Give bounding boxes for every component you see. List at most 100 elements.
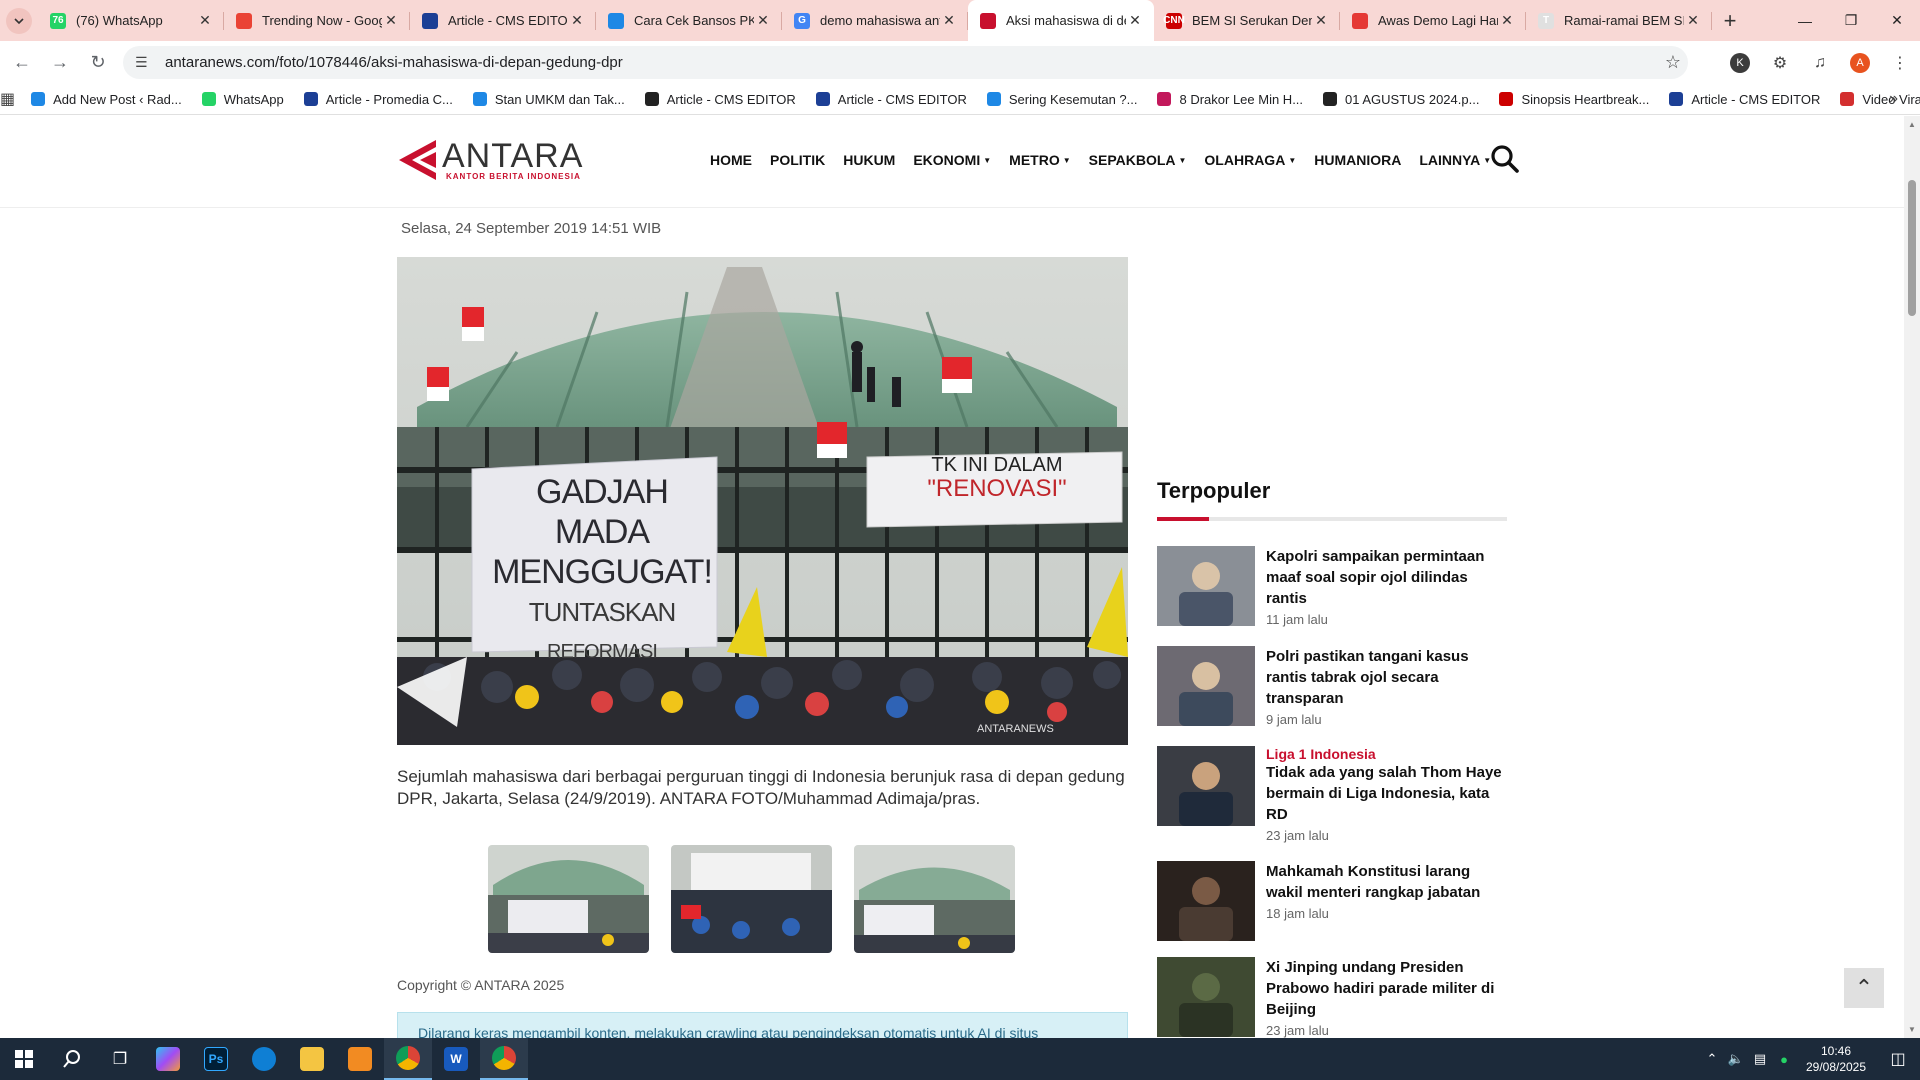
thumbnail-2[interactable] <box>671 845 832 953</box>
close-tab-icon[interactable]: ✕ <box>754 12 772 29</box>
bookmark-item[interactable]: WhatsApp <box>192 84 294 115</box>
nav-item-humaniora[interactable]: HUMANIORA <box>1314 152 1401 168</box>
nav-item-home[interactable]: HOME <box>710 152 752 168</box>
nav-item-olahraga[interactable]: OLAHRAGA ▼ <box>1204 152 1296 168</box>
browser-tab[interactable]: Aksi mahasiswa di depan✕ <box>968 0 1154 41</box>
bookmark-item[interactable]: Article - CMS EDITOR <box>1659 84 1830 115</box>
reload-button[interactable]: ↻ <box>82 47 114 79</box>
popular-item-thumbnail[interactable] <box>1157 546 1255 626</box>
page-scrollbar[interactable]: ▲ ▼ <box>1904 116 1920 1038</box>
bookmark-item[interactable]: Stan UMKM dan Tak... <box>463 84 635 115</box>
profile-k-button[interactable]: K <box>1720 52 1760 73</box>
extensions-button[interactable]: ⚙ <box>1760 53 1800 73</box>
popular-item-thumbnail[interactable] <box>1157 746 1255 826</box>
nav-item-lainnya[interactable]: LAINNYA ▼ <box>1419 152 1491 168</box>
thumbnail-1[interactable] <box>488 845 649 953</box>
close-tab-icon[interactable]: ✕ <box>568 12 586 29</box>
close-tab-icon[interactable]: ✕ <box>940 12 958 29</box>
popular-item-headline[interactable]: Tidak ada yang salah Thom Haye bermain d… <box>1266 762 1507 825</box>
popular-item-thumbnail[interactable] <box>1157 957 1255 1037</box>
minimize-button[interactable]: — <box>1782 0 1828 41</box>
apps-grid-icon[interactable]: ▦ <box>0 89 15 109</box>
close-tab-icon[interactable]: ✕ <box>1126 12 1144 29</box>
browser-tab[interactable]: 76 (76) WhatsApp ✕ <box>38 0 224 41</box>
new-tab-button[interactable]: + <box>1712 0 1748 41</box>
network-icon[interactable]: ▤ <box>1748 1051 1772 1067</box>
popular-item-headline[interactable]: Xi Jinping undang Presiden Prabowo hadir… <box>1266 957 1507 1020</box>
popular-item-headline[interactable]: Kapolri sampaikan permintaan maaf soal s… <box>1266 546 1507 609</box>
taskbar-search-button[interactable] <box>48 1038 96 1080</box>
back-button[interactable]: ← <box>6 47 38 79</box>
close-tab-icon[interactable]: ✕ <box>382 12 400 29</box>
bookmark-item[interactable]: Article - CMS EDITOR <box>806 84 977 115</box>
taskbar-chrome-2[interactable] <box>480 1038 528 1080</box>
task-view-button[interactable]: ❐ <box>96 1038 144 1080</box>
scroll-down-arrow[interactable]: ▼ <box>1908 1025 1916 1034</box>
popular-item-thumbnail[interactable] <box>1157 861 1255 941</box>
profile-a-button[interactable]: A <box>1840 52 1880 73</box>
tray-chevron-up-icon[interactable]: ⌃ <box>1700 1051 1724 1067</box>
browser-tab[interactable]: T Ramai-ramai BEM SI ✕ <box>1526 0 1712 41</box>
notification-icon[interactable]: ◫ <box>1876 1049 1920 1069</box>
site-search-button[interactable] <box>1490 144 1522 176</box>
bookmark-item[interactable]: Video Viral Erin Bug... <box>1830 84 1920 115</box>
bookmark-item[interactable]: Add New Post ‹ Rad... <box>21 84 192 115</box>
browser-tab[interactable]: Trending Now - Google Trends✕ <box>224 0 410 41</box>
popular-item-category[interactable]: Liga 1 Indonesia <box>1266 746 1507 762</box>
taskbar-clock[interactable]: 10:46 29/08/2025 <box>1796 1043 1876 1075</box>
close-window-button[interactable]: ✕ <box>1874 0 1920 41</box>
start-button[interactable] <box>0 1038 48 1080</box>
whatsapp-tray-icon[interactable]: ● <box>1772 1052 1796 1067</box>
close-tab-icon[interactable]: ✕ <box>1312 12 1330 29</box>
popular-item-headline[interactable]: Mahkamah Konstitusi larang wakil menteri… <box>1266 861 1507 903</box>
nav-item-metro[interactable]: METRO ▼ <box>1009 152 1070 168</box>
site-info-icon[interactable]: ☰ <box>135 54 155 71</box>
bookmark-item[interactable]: Sering Kesemutan ?... <box>977 84 1148 115</box>
popular-item[interactable]: Kapolri sampaikan permintaan maaf soal s… <box>1157 546 1507 627</box>
menu-button[interactable]: ⋮ <box>1880 53 1920 73</box>
browser-tab[interactable]: Article - CMS EDITOR ✕ <box>410 0 596 41</box>
thumbnail-3[interactable] <box>854 845 1015 953</box>
taskbar-chrome-1[interactable] <box>384 1038 432 1080</box>
hero-photo[interactable]: ANTARANEWS GADJAH MADA MENGGUGAT! TUNTAS… <box>397 257 1128 745</box>
browser-tab[interactable]: Cara Cek Bansos PKH ✕ <box>596 0 782 41</box>
antara-logo[interactable]: ANTARA KANTOR BERITA INDONESIA <box>396 138 583 182</box>
bookmark-item[interactable]: Sinopsis Heartbreak... <box>1489 84 1659 115</box>
popular-item-thumbnail[interactable] <box>1157 646 1255 726</box>
taskbar-word[interactable]: W <box>432 1038 480 1080</box>
popular-item[interactable]: Polri pastikan tangani kasus rantis tabr… <box>1157 646 1507 727</box>
forward-button[interactable]: → <box>44 47 76 79</box>
nav-item-ekonomi[interactable]: EKONOMI ▼ <box>913 152 991 168</box>
nav-item-hukum[interactable]: HUKUM <box>843 152 895 168</box>
close-tab-icon[interactable]: ✕ <box>1684 12 1702 29</box>
popular-item[interactable]: Mahkamah Konstitusi larang wakil menteri… <box>1157 861 1507 941</box>
popular-item[interactable]: Liga 1 Indonesia Tidak ada yang salah Tho… <box>1157 746 1507 843</box>
popular-item-headline[interactable]: Polri pastikan tangani kasus rantis tabr… <box>1266 646 1507 709</box>
taskbar-edge[interactable] <box>240 1038 288 1080</box>
nav-item-sepakbola[interactable]: SEPAKBOLA ▼ <box>1089 152 1187 168</box>
restore-button[interactable]: ❐ <box>1828 0 1874 41</box>
back-to-top-button[interactable]: ⌃ <box>1844 968 1884 1008</box>
browser-tab[interactable]: CNN BEM SI Serukan Demo✕ <box>1154 0 1340 41</box>
volume-icon[interactable]: 🔈 <box>1724 1051 1748 1067</box>
popular-item[interactable]: Xi Jinping undang Presiden Prabowo hadir… <box>1157 957 1507 1038</box>
taskbar-app-orange[interactable] <box>336 1038 384 1080</box>
bookmark-star-icon[interactable]: ☆ <box>1658 52 1688 73</box>
scrollbar-thumb[interactable] <box>1908 180 1916 316</box>
close-tab-icon[interactable]: ✕ <box>1498 12 1516 29</box>
browser-tab[interactable]: Awas Demo Lagi Hari ✕ <box>1340 0 1526 41</box>
bookmark-item[interactable]: 8 Drakor Lee Min H... <box>1147 84 1313 115</box>
media-control-button[interactable]: ♫ <box>1800 54 1840 72</box>
address-bar[interactable]: ☰ antaranews.com/foto/1078446/aksi-mahas… <box>123 46 1688 79</box>
nav-item-politik[interactable]: POLITIK <box>770 152 825 168</box>
close-tab-icon[interactable]: ✕ <box>196 12 214 29</box>
browser-tab[interactable]: Gdemo mahasiswa antara✕ <box>782 0 968 41</box>
bookmark-item[interactable]: Article - CMS EDITOR <box>635 84 806 115</box>
taskbar-file-explorer[interactable] <box>288 1038 336 1080</box>
tab-search-button[interactable] <box>0 0 38 41</box>
taskbar-copilot[interactable] <box>144 1038 192 1080</box>
bookmark-item[interactable]: Article - Promedia C... <box>294 84 463 115</box>
scroll-up-arrow[interactable]: ▲ <box>1908 120 1916 129</box>
bookmark-item[interactable]: 01 AGUSTUS 2024.p... <box>1313 84 1489 115</box>
url-text[interactable]: antaranews.com/foto/1078446/aksi-mahasis… <box>165 54 1658 71</box>
